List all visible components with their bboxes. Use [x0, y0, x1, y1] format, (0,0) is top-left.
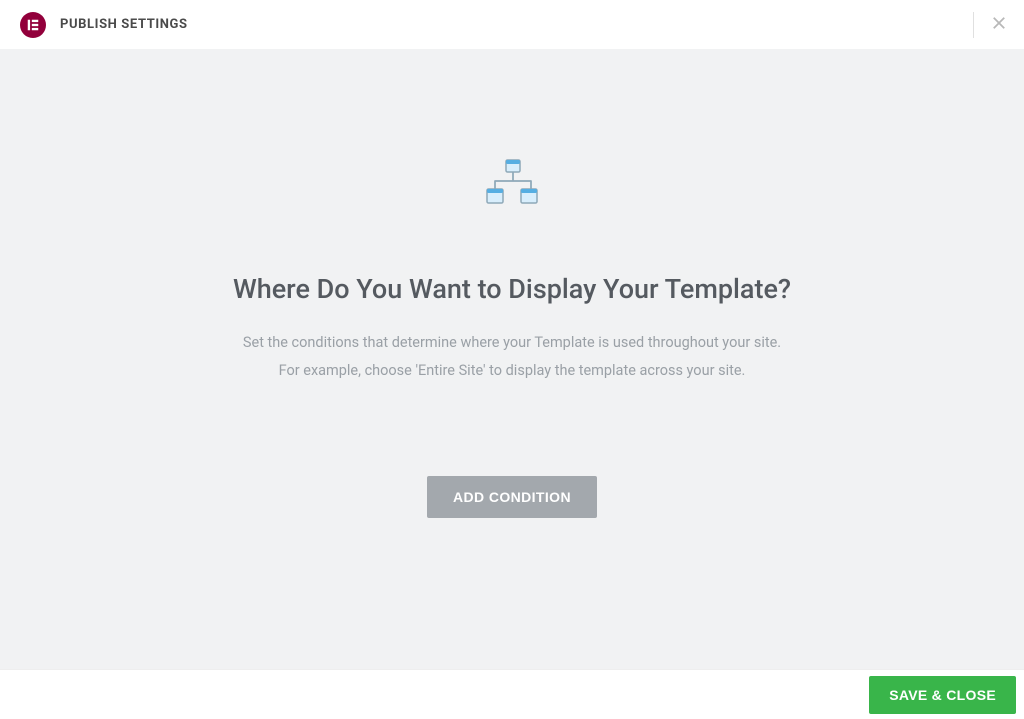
main-content: Where Do You Want to Display Your Templa… [0, 49, 1024, 669]
header-bar: PUBLISH SETTINGS [0, 0, 1024, 49]
main-description: Set the conditions that determine where … [243, 329, 781, 384]
header-divider [973, 12, 974, 38]
sitemap-icon [485, 159, 539, 213]
main-heading: Where Do You Want to Display Your Templa… [233, 273, 791, 305]
close-icon [990, 14, 1008, 36]
dialog-title: PUBLISH SETTINGS [60, 17, 188, 32]
add-condition-button[interactable]: ADD CONDITION [427, 476, 597, 518]
close-button[interactable] [988, 14, 1010, 36]
desc-line-2: For example, choose 'Entire Site' to dis… [243, 357, 781, 385]
save-close-button[interactable]: SAVE & CLOSE [869, 676, 1016, 714]
elementor-logo-icon [20, 12, 46, 38]
desc-line-1: Set the conditions that determine where … [243, 329, 781, 357]
footer-bar: SAVE & CLOSE [0, 669, 1024, 719]
